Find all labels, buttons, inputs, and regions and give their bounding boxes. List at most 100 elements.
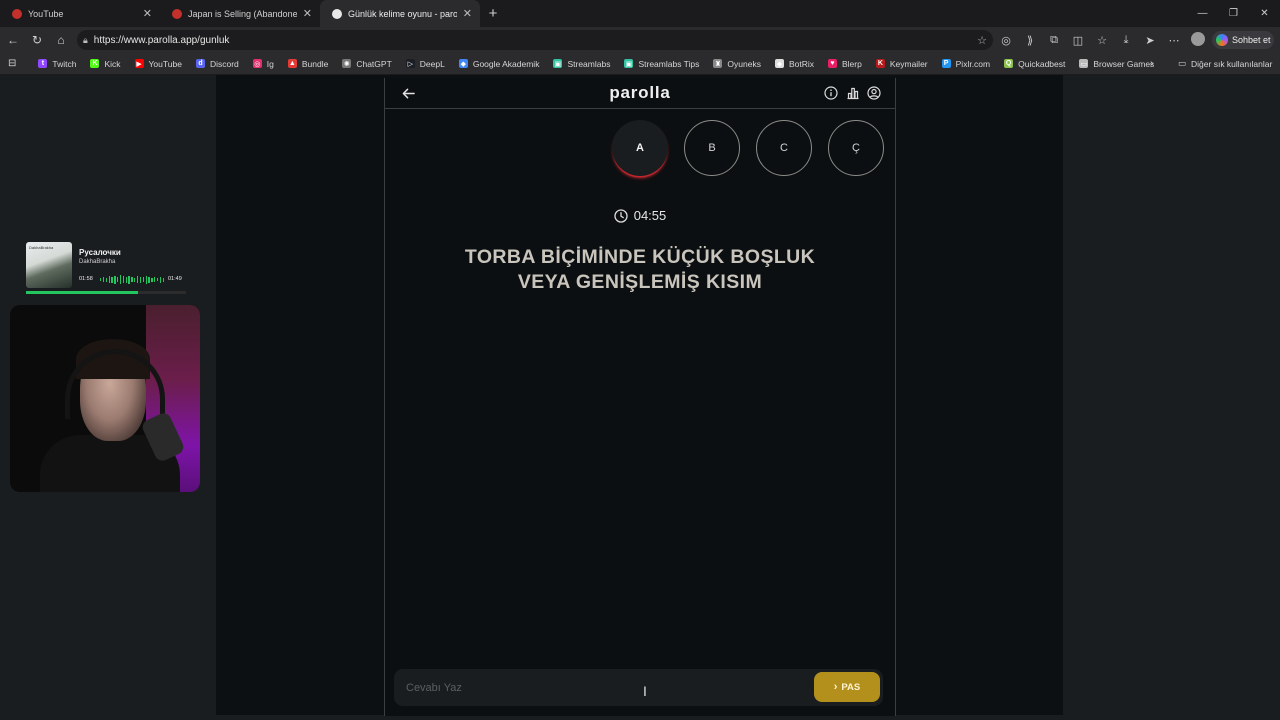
waveform-bar	[159, 276, 162, 283]
chevron-right-icon: ›	[833, 681, 838, 693]
other-bookmarks[interactable]: ▭ Diğer sık kullanılanlar	[1178, 58, 1272, 69]
bookmark-streamlabs[interactable]: ▣ Streamlabs	[553, 59, 610, 69]
now-playing-widget: DakhaBrakha Русалочки DakhaBrakha 01:58 …	[26, 242, 190, 294]
back-arrow-icon[interactable]: ←	[1, 28, 25, 52]
bookmark-streamlabs-tips[interactable]: ▣ Streamlabs Tips	[624, 59, 699, 69]
more-bookmarks-chevron-icon[interactable]: ›	[1150, 58, 1153, 69]
youtube-favicon-icon	[12, 8, 22, 19]
downloads-icon[interactable]: ⤓	[1114, 34, 1138, 47]
letter-label: C	[780, 142, 788, 154]
stats-button[interactable]	[845, 85, 861, 101]
bookmark-deepl[interactable]: ▷ DeepL	[405, 59, 445, 69]
waveform-bar	[136, 276, 139, 283]
reading-icon[interactable]: ◎	[994, 34, 1018, 47]
tab-japan-video[interactable]: Japan is Selling (Abandoned) Hou ✕	[160, 0, 320, 27]
extensions-icon[interactable]: ⧉	[1042, 34, 1066, 47]
sidebar-toggle-icon[interactable]: ⊟	[8, 58, 16, 69]
bookmark-oyuneks[interactable]: ♜ Oyuneks	[713, 59, 761, 69]
bookmark-favicon-icon: K	[875, 59, 885, 68]
bookmark-botrix[interactable]: ◆ BotRix	[774, 59, 814, 69]
window-controls: — ❐ ✕	[1187, 0, 1280, 27]
bookmark-favicon-icon: ▲	[287, 59, 297, 68]
bookmark-discord[interactable]: d Discord	[195, 58, 239, 69]
bookmark-pixlr-com[interactable]: P Pixlr.com	[941, 59, 990, 69]
bookmark-blerp[interactable]: ♥ Blerp	[828, 59, 862, 69]
new-tab-button[interactable]: +	[480, 0, 506, 27]
bookmark-label: Quickadbest	[1018, 58, 1066, 69]
pass-button[interactable]: › PAS	[814, 672, 880, 702]
split-screen-icon[interactable]: ◫	[1066, 34, 1090, 47]
home-icon[interactable]: ⌂	[49, 28, 73, 52]
close-tab-icon[interactable]: ✕	[463, 7, 472, 20]
bookmark-label: Ig	[266, 58, 274, 69]
profile-button[interactable]	[866, 85, 882, 101]
minimize-icon[interactable]: —	[1187, 0, 1218, 27]
tab-youtube[interactable]: YouTube ✕	[0, 0, 160, 27]
bookmark-favicon-icon: d	[195, 59, 205, 68]
browser-nav-bar: ← ↻ ⌂ 🔒︎ https://www.parolla.app/gunluk …	[0, 27, 1280, 53]
close-window-icon[interactable]: ✕	[1249, 0, 1280, 27]
waveform-bar	[100, 278, 102, 281]
letter-label: Ç	[852, 142, 860, 154]
bookmark-label: Twitch	[52, 58, 77, 69]
favorite-star-icon[interactable]: ☆	[977, 34, 987, 47]
tab-title: YouTube	[28, 8, 64, 19]
bookmark-ig[interactable]: ◎ Ig	[252, 58, 274, 69]
bookmark-label: Google Akademik	[472, 58, 540, 69]
restore-icon[interactable]: ❐	[1218, 0, 1249, 27]
address-bar[interactable]: 🔒︎ https://www.parolla.app/gunluk ☆	[77, 30, 993, 50]
youtube-favicon-icon	[172, 8, 182, 19]
game-header: parolla	[385, 78, 895, 109]
profile-icon[interactable]	[1186, 31, 1210, 49]
copilot-button[interactable]: Sohbet et	[1212, 31, 1274, 49]
waveform-bar	[162, 277, 164, 282]
game-container: parolla A B C Ç 04:55 TORBA BİÇİMİNDE KÜ…	[384, 78, 896, 716]
waveform-bar	[131, 277, 133, 282]
bookmark-keymailer[interactable]: K Keymailer	[875, 59, 928, 69]
letter-c-cedilla-circle: Ç	[828, 120, 884, 176]
bookmark-kick[interactable]: K Kick	[90, 59, 121, 69]
bookmark-quickadbest[interactable]: Q Quickadbest	[1004, 59, 1065, 69]
waveform-bar	[151, 277, 153, 282]
letter-c-circle: C	[756, 120, 812, 176]
bookmark-youtube[interactable]: ▶ YouTube	[134, 59, 182, 69]
bookmark-favicon-icon: ▷	[405, 59, 415, 68]
reload-icon[interactable]: ↻	[25, 28, 49, 52]
close-tab-icon[interactable]: ✕	[143, 7, 152, 20]
timer-value: 04:55	[633, 208, 667, 223]
tab-parolla[interactable]: Günlük kelime oyunu - parolla - K ✕	[320, 0, 480, 27]
bookmarks-bar: ⊟ t Twitch K Kick ▶ YouTube d Discord ◎ Ig ▲ Bundle…	[0, 53, 1280, 75]
bookmark-browser-games[interactable]: ▭ Browser Games	[1079, 59, 1154, 69]
other-bookmarks-label: Diğer sık kullanılanlar	[1191, 58, 1273, 69]
bookmark-twitch[interactable]: t Twitch	[38, 59, 76, 69]
waveform-bar	[128, 275, 130, 284]
bookmark-favicon-icon: ▣	[553, 59, 563, 68]
bookmark-label: Discord	[209, 58, 239, 69]
letter-label: B	[708, 142, 716, 154]
bookmark-google-akademik[interactable]: ◆ Google Akademik	[458, 58, 540, 69]
waveform-bar	[142, 277, 144, 282]
webcam-overlay	[10, 305, 200, 492]
answer-input[interactable]	[406, 669, 806, 706]
waveform-bar	[154, 277, 156, 282]
bookmark-favicon-icon: K	[90, 59, 100, 68]
bar-chart-icon	[847, 87, 859, 100]
read-aloud-icon[interactable]: ⟫	[1018, 34, 1042, 47]
info-button[interactable]	[823, 85, 839, 101]
waveform-bar	[134, 277, 136, 282]
bookmark-label: Bundle	[301, 58, 329, 69]
share-icon[interactable]: ➤	[1138, 34, 1162, 47]
user-circle-icon	[867, 86, 881, 100]
bookmark-favicon-icon: ♥	[828, 59, 837, 68]
bookmark-chatgpt[interactable]: ✺ ChatGPT	[342, 59, 392, 69]
countdown-timer: 04:55	[385, 208, 895, 223]
artist-name: DakhaBrakha	[79, 259, 116, 265]
bookmark-label: Browser Games	[1093, 58, 1155, 69]
info-icon	[824, 86, 838, 100]
text-cursor-icon: I	[643, 683, 647, 699]
bookmark-bundle[interactable]: ▲ Bundle	[287, 58, 329, 69]
playback-progress-bar	[26, 291, 186, 294]
more-menu-icon[interactable]: ⋯	[1162, 34, 1186, 47]
favorites-icon[interactable]: ☆	[1090, 34, 1114, 47]
close-tab-icon[interactable]: ✕	[303, 7, 312, 20]
